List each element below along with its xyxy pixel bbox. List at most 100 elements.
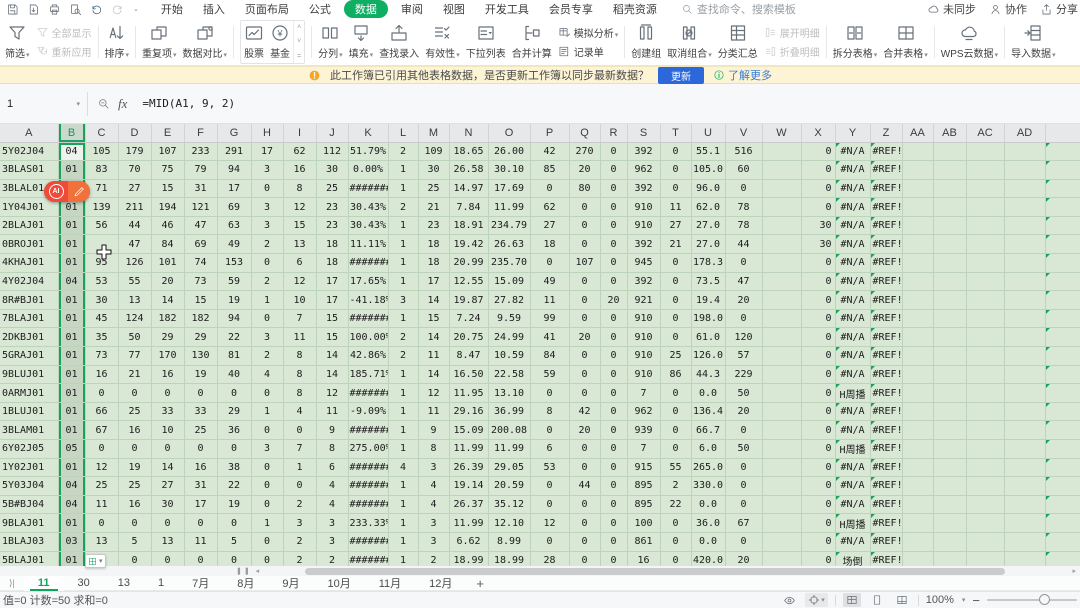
cell-AC8[interactable] xyxy=(966,272,1004,291)
cell-AB1[interactable] xyxy=(933,142,966,161)
cell-extra-11[interactable] xyxy=(1045,328,1080,347)
cell-O16[interactable]: 200.08 xyxy=(488,421,530,440)
cell-R19[interactable]: 0 xyxy=(600,477,627,496)
col-header-B[interactable]: B xyxy=(58,124,85,142)
formula-input[interactable]: =MID(A1, 9, 2) xyxy=(136,97,235,110)
cell-AA14[interactable] xyxy=(902,384,933,403)
col-header-W[interactable]: W xyxy=(762,124,801,142)
cell-U6[interactable]: 27.0 xyxy=(691,235,725,254)
cell-H8[interactable]: 2 xyxy=(251,272,283,291)
col-header-P[interactable]: P xyxy=(530,124,569,142)
cell-Z19[interactable]: #REF! xyxy=(870,477,902,496)
cell-V20[interactable]: 0 xyxy=(725,495,762,514)
cell-extra-12[interactable] xyxy=(1045,347,1080,366)
cell-AC3[interactable] xyxy=(966,179,1004,198)
export-icon[interactable] xyxy=(27,3,40,16)
cell-D21[interactable]: 0 xyxy=(118,514,151,533)
scrollbar-thumb[interactable] xyxy=(305,568,1005,575)
cell-J17[interactable]: 8 xyxy=(316,440,348,459)
cell-AD1[interactable] xyxy=(1004,142,1045,161)
cell-C5[interactable]: 56 xyxy=(85,216,118,235)
cell-P9[interactable]: 11 xyxy=(530,291,569,310)
sheet-tab-7月[interactable]: 7月 xyxy=(178,576,223,591)
cell-AA21[interactable] xyxy=(902,514,933,533)
cell-AC9[interactable] xyxy=(966,291,1004,310)
cell-I1[interactable]: 62 xyxy=(283,142,316,161)
cell-L22[interactable]: 1 xyxy=(388,532,418,551)
cell-extra-10[interactable] xyxy=(1045,309,1080,328)
cell-P16[interactable]: 0 xyxy=(530,421,569,440)
cell-M21[interactable]: 3 xyxy=(418,514,449,533)
col-header-K[interactable]: K xyxy=(348,124,388,142)
learn-more-link[interactable]: 了解更多 xyxy=(713,67,772,83)
cell-E20[interactable]: 30 xyxy=(151,495,184,514)
cell-B23[interactable]: 01 xyxy=(58,551,85,566)
cell-AB2[interactable] xyxy=(933,161,966,180)
cell-M22[interactable]: 3 xyxy=(418,532,449,551)
col-header-M[interactable]: M xyxy=(418,124,449,142)
cell-L5[interactable]: 1 xyxy=(388,216,418,235)
cell-T8[interactable]: 0 xyxy=(660,272,691,291)
cell-G19[interactable]: 22 xyxy=(217,477,251,496)
cell-extra-19[interactable] xyxy=(1045,477,1080,496)
cell-K12[interactable]: 42.86% xyxy=(348,347,388,366)
cell-AA9[interactable] xyxy=(902,291,933,310)
cell-AA3[interactable] xyxy=(902,179,933,198)
cell-N6[interactable]: 19.42 xyxy=(449,235,488,254)
cell-H12[interactable]: 2 xyxy=(251,347,283,366)
cell-AC1[interactable] xyxy=(966,142,1004,161)
cell-M17[interactable]: 8 xyxy=(418,440,449,459)
cell-Q17[interactable]: 0 xyxy=(569,440,600,459)
cell-C20[interactable]: 11 xyxy=(85,495,118,514)
cell-J12[interactable]: 14 xyxy=(316,347,348,366)
cell-N20[interactable]: 26.37 xyxy=(449,495,488,514)
cell-P19[interactable]: 0 xyxy=(530,477,569,496)
cell-D3[interactable]: 27 xyxy=(118,179,151,198)
cell-K10[interactable]: ######## xyxy=(348,309,388,328)
cell-AD8[interactable] xyxy=(1004,272,1045,291)
cell-G15[interactable]: 29 xyxy=(217,402,251,421)
cell-Z1[interactable]: #REF! xyxy=(870,142,902,161)
cell-Z7[interactable]: #REF! xyxy=(870,254,902,273)
cell-V8[interactable]: 47 xyxy=(725,272,762,291)
col-header-X[interactable]: X xyxy=(801,124,835,142)
cell-AB19[interactable] xyxy=(933,477,966,496)
cell-L23[interactable]: 1 xyxy=(388,551,418,566)
cell-M8[interactable]: 17 xyxy=(418,272,449,291)
cell-C1[interactable]: 105 xyxy=(85,142,118,161)
cell-O17[interactable]: 11.99 xyxy=(488,440,530,459)
cell-O7[interactable]: 235.70 xyxy=(488,254,530,273)
cell-AB10[interactable] xyxy=(933,309,966,328)
cell-C13[interactable]: 16 xyxy=(85,365,118,384)
cell-H14[interactable]: 0 xyxy=(251,384,283,403)
cell-R3[interactable]: 0 xyxy=(600,179,627,198)
cell-K17[interactable]: 275.00% xyxy=(348,440,388,459)
cell-N18[interactable]: 26.39 xyxy=(449,458,488,477)
cell-AB12[interactable] xyxy=(933,347,966,366)
cell-AB4[interactable] xyxy=(933,198,966,217)
cell-AD17[interactable] xyxy=(1004,440,1045,459)
cell-N19[interactable]: 19.14 xyxy=(449,477,488,496)
cell-Z20[interactable]: #REF! xyxy=(870,495,902,514)
quick-access-more-icon[interactable]: ⌄ xyxy=(133,5,139,13)
cell-R16[interactable]: 0 xyxy=(600,421,627,440)
cell-U8[interactable]: 73.5 xyxy=(691,272,725,291)
cell-S21[interactable]: 100 xyxy=(627,514,660,533)
cell-AD15[interactable] xyxy=(1004,402,1045,421)
cell-K4[interactable]: 30.43% xyxy=(348,198,388,217)
cell-X5[interactable]: 30 xyxy=(801,216,835,235)
cell-S2[interactable]: 962 xyxy=(627,161,660,180)
cell-Y10[interactable]: #N/A xyxy=(835,309,870,328)
cell-AB17[interactable] xyxy=(933,440,966,459)
cell-B18[interactable]: 01 xyxy=(58,458,85,477)
cell-S17[interactable]: 7 xyxy=(627,440,660,459)
cell-AB8[interactable] xyxy=(933,272,966,291)
cell-Y8[interactable]: #N/A xyxy=(835,272,870,291)
cell-C2[interactable]: 83 xyxy=(85,161,118,180)
cell-M1[interactable]: 109 xyxy=(418,142,449,161)
cell-I4[interactable]: 12 xyxy=(283,198,316,217)
cell-N8[interactable]: 12.55 xyxy=(449,272,488,291)
cell-V4[interactable]: 78 xyxy=(725,198,762,217)
cell-Q1[interactable]: 270 xyxy=(569,142,600,161)
cell-U22[interactable]: 0.0 xyxy=(691,532,725,551)
